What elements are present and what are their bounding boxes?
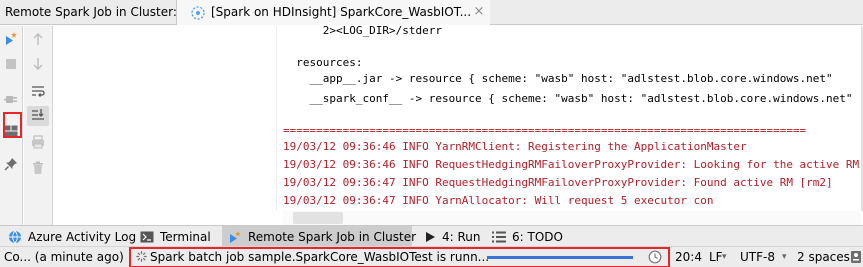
tab-azure-activity-log[interactable]: Azure Activity Log [2, 226, 136, 247]
console-line: 19/03/12 09:36:46 INFO YarnRMClient: Reg… [283, 140, 747, 153]
tab-remote-spark-job-label: Remote Spark Job in Cluster [248, 229, 417, 244]
tab-run[interactable]: 4: Run [418, 226, 484, 247]
console-line: 19/03/12 09:36:47 INFO YarnAllocator: Wi… [283, 194, 714, 207]
console-line: 19/03/12 09:36:46 INFO RequestHedgingRMF… [283, 158, 860, 171]
status-bar: Co... (a minute ago) Spark batch job sam… [0, 246, 863, 267]
highlight-box-disconnect [3, 112, 22, 138]
terminal-icon [140, 231, 154, 243]
cancel-task-icon[interactable] [648, 250, 662, 267]
stop-icon [5, 58, 17, 73]
print-button[interactable] [27, 133, 49, 153]
stop-button[interactable] [0, 55, 22, 75]
inspector-icon[interactable] [850, 250, 862, 267]
close-icon[interactable]: × [471, 4, 487, 20]
pin-icon [4, 157, 18, 174]
console-line: __app__.jar -> resource { scheme: "wasb"… [283, 72, 833, 85]
run-spark-job-button[interactable] [0, 30, 22, 50]
console-line: __spark_conf__ -> resource { scheme: "wa… [283, 92, 853, 105]
spinner-icon [136, 251, 147, 265]
caret-position[interactable]: 20:4 [675, 247, 702, 267]
progress-bar [487, 256, 633, 259]
arrow-up-icon [32, 32, 44, 49]
console-line: 2><LOG_DIR>/stderr [283, 26, 442, 37]
pin-button[interactable] [0, 155, 22, 175]
chevron-down-icon[interactable]: ▾ [782, 247, 787, 267]
console-line: ========================================… [283, 124, 807, 137]
status-message[interactable]: Co... (a minute ago) [4, 247, 124, 267]
tab-run-label: 4: Run [442, 229, 481, 244]
line-separator[interactable]: LF [709, 247, 723, 267]
tool-window-bar: Azure Activity Log Terminal Remote Spark… [0, 225, 863, 247]
tab-remote-spark-job[interactable]: Remote Spark Job in Cluster [222, 226, 416, 247]
arrow-down-icon [32, 57, 44, 74]
console-output[interactable]: 2><LOG_DIR>/stderr resources: __app__.ja… [283, 26, 861, 211]
indent-setting[interactable]: 2 spaces [797, 247, 850, 267]
trash-icon [32, 161, 44, 178]
scroll-down-button[interactable] [27, 55, 49, 75]
spark-job-tab[interactable]: [Spark on HDInsight] SparkCore_WasbIOT..… [177, 0, 490, 25]
encoding[interactable]: UTF-8 [740, 247, 775, 267]
print-icon [31, 134, 45, 152]
scroll-to-end-button[interactable] [27, 106, 49, 126]
spark-hdinsight-icon [191, 6, 205, 23]
soft-wrap-button[interactable] [27, 83, 49, 103]
soft-wrap-icon [31, 85, 45, 102]
tab-terminal[interactable]: Terminal [134, 226, 216, 247]
horizontal-scrollbar[interactable] [283, 211, 861, 225]
spark-job-tab-label: [Spark on HDInsight] SparkCore_WasbIOT..… [211, 5, 472, 19]
azure-globe-icon [8, 230, 22, 244]
editor-tab-bar: Remote Spark Job in Cluster: [Spark on H… [0, 0, 863, 25]
console-divider [276, 26, 277, 211]
tool-window-title: Remote Spark Job in Cluster: [5, 5, 177, 19]
left-action-strip [0, 26, 23, 225]
tab-azure-activity-log-label: Azure Activity Log [28, 229, 137, 244]
console-line: 19/03/12 09:36:47 INFO RequestHedgingRMF… [283, 176, 833, 189]
scroll-up-button[interactable] [27, 30, 49, 50]
chevron-down-icon[interactable]: ▾ [722, 247, 727, 267]
tab-todo[interactable]: 6: TODO [486, 226, 566, 247]
plug-disconnect-icon [3, 91, 19, 110]
console-gutter [54, 26, 276, 211]
scroll-to-end-icon [31, 108, 45, 125]
tab-todo-label: 6: TODO [512, 229, 563, 244]
horizontal-scrollbar-thumb[interactable] [293, 212, 343, 224]
todo-list-icon [492, 231, 506, 243]
console-line: resources: [283, 56, 363, 69]
disconnect-button[interactable] [0, 90, 22, 110]
spark-run-icon [228, 230, 242, 244]
clear-button[interactable] [27, 159, 49, 179]
run-icon [424, 231, 436, 243]
tab-terminal-label: Terminal [160, 229, 211, 244]
console-toolbar [24, 26, 53, 225]
spark-run-icon [3, 31, 19, 50]
